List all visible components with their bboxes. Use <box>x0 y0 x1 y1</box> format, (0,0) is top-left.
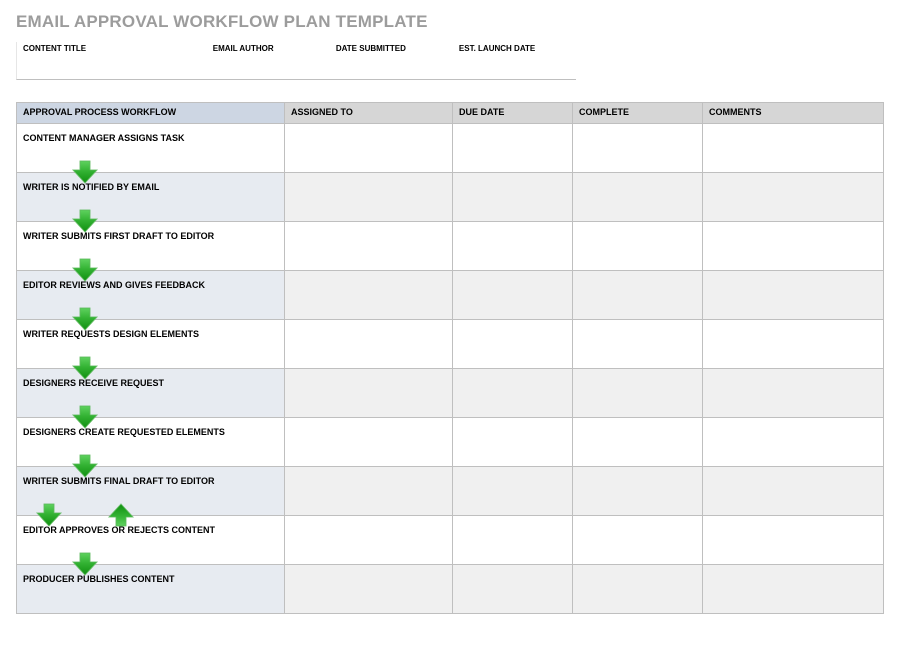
assigned-cell[interactable] <box>285 467 453 515</box>
comments-cell[interactable] <box>703 222 883 270</box>
due-cell[interactable] <box>453 271 573 319</box>
assigned-cell[interactable] <box>285 222 453 270</box>
complete-cell[interactable] <box>573 516 703 564</box>
complete-cell[interactable] <box>573 173 703 221</box>
arrow-down-icon <box>71 257 99 283</box>
content-title-field: CONTENT TITLE <box>17 42 207 79</box>
due-cell[interactable] <box>453 124 573 172</box>
complete-cell[interactable] <box>573 124 703 172</box>
comments-cell[interactable] <box>703 271 883 319</box>
table-row: EDITOR APPROVES OR REJECTS CONTENT <box>17 516 883 565</box>
workflow-step-cell: PRODUCER PUBLISHES CONTENT <box>17 565 285 613</box>
arrow-down-icon <box>71 453 99 479</box>
assigned-cell[interactable] <box>285 516 453 564</box>
comments-cell[interactable] <box>703 467 883 515</box>
comments-cell[interactable] <box>703 369 883 417</box>
workflow-step-cell: WRITER REQUESTS DESIGN ELEMENTS <box>17 320 285 368</box>
complete-cell[interactable] <box>573 467 703 515</box>
arrow-down-icon <box>71 208 99 234</box>
arrow-down-icon <box>35 502 63 528</box>
date-submitted-label: DATE SUBMITTED <box>336 42 447 55</box>
est-launch-date-label: EST. LAUNCH DATE <box>459 42 570 55</box>
date-submitted-input[interactable] <box>336 55 447 79</box>
due-cell[interactable] <box>453 173 573 221</box>
workflow-step-cell: DESIGNERS RECEIVE REQUEST <box>17 369 285 417</box>
page-title: EMAIL APPROVAL WORKFLOW PLAN TEMPLATE <box>16 12 884 32</box>
table-row: EDITOR REVIEWS AND GIVES FEEDBACK <box>17 271 883 320</box>
arrow-down-icon <box>71 551 99 577</box>
assigned-cell[interactable] <box>285 565 453 613</box>
content-title-input[interactable] <box>23 55 201 79</box>
arrow-down-icon <box>71 159 99 185</box>
complete-cell[interactable] <box>573 320 703 368</box>
column-header-row: APPROVAL PROCESS WORKFLOW ASSIGNED TO DU… <box>17 103 883 124</box>
arrow-up-icon <box>107 502 135 528</box>
est-launch-date-input[interactable] <box>459 55 570 79</box>
complete-cell[interactable] <box>573 271 703 319</box>
workflow-step-cell: WRITER SUBMITS FINAL DRAFT TO EDITOR <box>17 467 285 515</box>
email-author-label: EMAIL AUTHOR <box>213 42 324 55</box>
col-comments: COMMENTS <box>703 103 883 123</box>
col-complete: COMPLETE <box>573 103 703 123</box>
table-row: WRITER SUBMITS FIRST DRAFT TO EDITOR <box>17 222 883 271</box>
table-row: PRODUCER PUBLISHES CONTENT <box>17 565 883 613</box>
workflow-step-label: EDITOR REVIEWS AND GIVES FEEDBACK <box>23 277 278 291</box>
due-cell[interactable] <box>453 418 573 466</box>
due-cell[interactable] <box>453 320 573 368</box>
est-launch-date-field: EST. LAUNCH DATE <box>453 42 576 79</box>
email-author-field: EMAIL AUTHOR <box>207 42 330 79</box>
complete-cell[interactable] <box>573 369 703 417</box>
table-row: CONTENT MANAGER ASSIGNS TASK <box>17 124 883 173</box>
workflow-step-label: WRITER SUBMITS FIRST DRAFT TO EDITOR <box>23 228 278 242</box>
arrow-down-icon <box>71 404 99 430</box>
comments-cell[interactable] <box>703 565 883 613</box>
workflow-step-label: WRITER IS NOTIFIED BY EMAIL <box>23 179 278 193</box>
comments-cell[interactable] <box>703 320 883 368</box>
due-cell[interactable] <box>453 467 573 515</box>
assigned-cell[interactable] <box>285 320 453 368</box>
comments-cell[interactable] <box>703 124 883 172</box>
assigned-cell[interactable] <box>285 124 453 172</box>
complete-cell[interactable] <box>573 565 703 613</box>
assigned-cell[interactable] <box>285 271 453 319</box>
arrow-down-icon <box>71 355 99 381</box>
table-row: DESIGNERS RECEIVE REQUEST <box>17 369 883 418</box>
content-title-label: CONTENT TITLE <box>23 42 201 55</box>
comments-cell[interactable] <box>703 516 883 564</box>
workflow-step-label: DESIGNERS RECEIVE REQUEST <box>23 375 278 389</box>
table-row: WRITER IS NOTIFIED BY EMAIL <box>17 173 883 222</box>
workflow-step-label: WRITER REQUESTS DESIGN ELEMENTS <box>23 326 278 340</box>
col-due: DUE DATE <box>453 103 573 123</box>
due-cell[interactable] <box>453 369 573 417</box>
email-author-input[interactable] <box>213 55 324 79</box>
due-cell[interactable] <box>453 565 573 613</box>
workflow-step-cell: WRITER IS NOTIFIED BY EMAIL <box>17 173 285 221</box>
workflow-step-label: PRODUCER PUBLISHES CONTENT <box>23 571 278 585</box>
workflow-step-label: WRITER SUBMITS FINAL DRAFT TO EDITOR <box>23 473 278 487</box>
due-cell[interactable] <box>453 516 573 564</box>
meta-fields: CONTENT TITLE EMAIL AUTHOR DATE SUBMITTE… <box>16 42 576 80</box>
table-row: WRITER SUBMITS FINAL DRAFT TO EDITOR <box>17 467 883 516</box>
workflow-step-cell: WRITER SUBMITS FIRST DRAFT TO EDITOR <box>17 222 285 270</box>
comments-cell[interactable] <box>703 173 883 221</box>
comments-cell[interactable] <box>703 418 883 466</box>
workflow-step-cell: CONTENT MANAGER ASSIGNS TASK <box>17 124 285 172</box>
workflow-step-label: CONTENT MANAGER ASSIGNS TASK <box>23 130 278 144</box>
table-row: WRITER REQUESTS DESIGN ELEMENTS <box>17 320 883 369</box>
workflow-table: APPROVAL PROCESS WORKFLOW ASSIGNED TO DU… <box>16 102 884 614</box>
assigned-cell[interactable] <box>285 369 453 417</box>
assigned-cell[interactable] <box>285 173 453 221</box>
col-workflow: APPROVAL PROCESS WORKFLOW <box>17 103 285 123</box>
table-row: DESIGNERS CREATE REQUESTED ELEMENTS <box>17 418 883 467</box>
complete-cell[interactable] <box>573 418 703 466</box>
assigned-cell[interactable] <box>285 418 453 466</box>
arrow-down-icon <box>71 306 99 332</box>
col-assigned: ASSIGNED TO <box>285 103 453 123</box>
workflow-step-cell: DESIGNERS CREATE REQUESTED ELEMENTS <box>17 418 285 466</box>
date-submitted-field: DATE SUBMITTED <box>330 42 453 79</box>
complete-cell[interactable] <box>573 222 703 270</box>
workflow-step-label: DESIGNERS CREATE REQUESTED ELEMENTS <box>23 424 278 438</box>
due-cell[interactable] <box>453 222 573 270</box>
workflow-step-cell: EDITOR REVIEWS AND GIVES FEEDBACK <box>17 271 285 319</box>
